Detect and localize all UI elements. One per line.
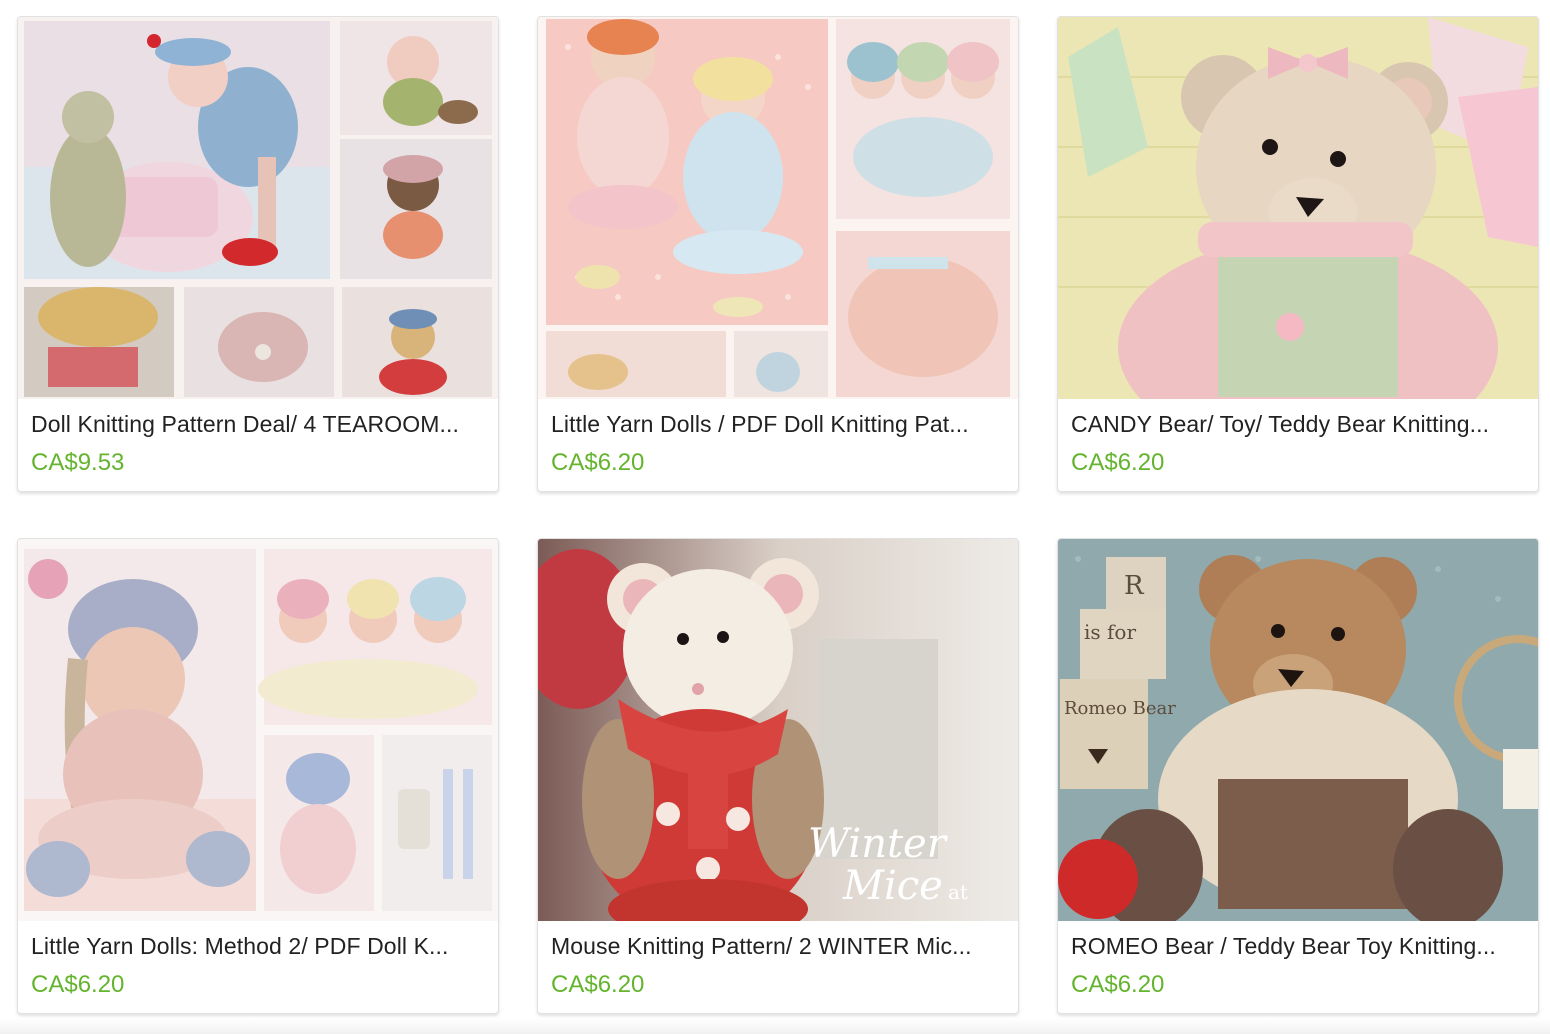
listing-card[interactable]: CANDY Bear/ Toy/ Teddy Bear Knitting... … (1057, 16, 1539, 492)
listing-title[interactable]: ROMEO Bear / Teddy Bear Toy Knitting... (1071, 933, 1531, 960)
listing-title[interactable]: CANDY Bear/ Toy/ Teddy Bear Knitting... (1071, 411, 1531, 438)
listing-image[interactable]: Winter Mice at (538, 539, 1018, 921)
listing-card[interactable]: Winter Mice at Mouse Knitting Pattern/ 2… (537, 538, 1019, 1014)
listing-card[interactable]: Doll Knitting Pattern Deal/ 4 TEAROOM...… (17, 16, 499, 492)
listing-title[interactable]: Little Yarn Dolls: Method 2/ PDF Doll K.… (31, 933, 491, 960)
overlay-mice: Mice (842, 863, 943, 909)
listing-image[interactable] (1058, 17, 1538, 399)
listing-image[interactable]: R is for Romeo Bear (1058, 539, 1538, 921)
listing-price: CA$6.20 (1071, 971, 1165, 998)
listing-title[interactable]: Mouse Knitting Pattern/ 2 WINTER Mic... (551, 933, 1011, 960)
svg-text:R: R (1124, 571, 1145, 601)
listing-image[interactable] (18, 17, 498, 399)
listing-grid: Doll Knitting Pattern Deal/ 4 TEAROOM...… (0, 0, 1550, 1034)
listing-image[interactable] (18, 539, 498, 921)
svg-text:is for: is for (1084, 620, 1136, 644)
listing-price: CA$6.20 (31, 971, 125, 998)
listing-title[interactable]: Doll Knitting Pattern Deal/ 4 TEAROOM... (31, 411, 491, 438)
svg-text:Romeo Bear: Romeo Bear (1064, 698, 1176, 719)
overlay-winter: Winter (808, 821, 949, 867)
listing-image[interactable] (538, 17, 1018, 399)
overlay-at: at (948, 880, 968, 904)
listing-card[interactable]: Little Yarn Dolls / PDF Doll Knitting Pa… (537, 16, 1019, 492)
listing-price: CA$6.20 (551, 971, 645, 998)
listing-title[interactable]: Little Yarn Dolls / PDF Doll Knitting Pa… (551, 411, 1011, 438)
listing-card[interactable]: Little Yarn Dolls: Method 2/ PDF Doll K.… (17, 538, 499, 1014)
page-bottom-fade (0, 1018, 1550, 1034)
listing-card[interactable]: R is for Romeo Bear ROMEO Bear / Teddy B… (1057, 538, 1539, 1014)
listing-price: CA$9.53 (31, 449, 125, 476)
listing-price: CA$6.20 (551, 449, 645, 476)
listing-price: CA$6.20 (1071, 449, 1165, 476)
